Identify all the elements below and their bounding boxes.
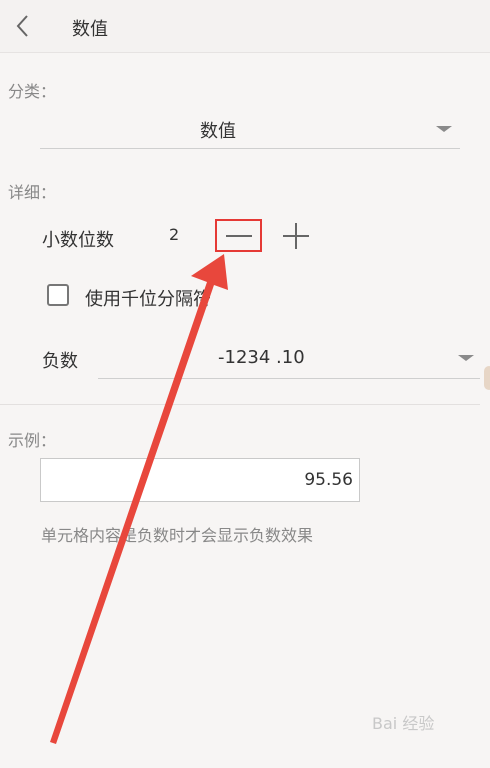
example-preview-box: 95.56 — [40, 458, 360, 502]
category-section-label: 分类： — [8, 82, 57, 101]
negative-format-dropdown[interactable]: -1234 .10 — [98, 338, 480, 379]
page-title: 数值 — [72, 19, 108, 40]
increase-decimal-button[interactable] — [280, 221, 312, 253]
decrease-decimal-button[interactable] — [215, 219, 262, 252]
decimal-places-value: 2 — [169, 225, 180, 244]
back-button[interactable] — [10, 12, 38, 40]
chevron-left-icon — [16, 15, 28, 37]
triangle-down-icon — [458, 355, 474, 361]
watermark: Bai 经验 — [372, 714, 435, 733]
details-section-label: 详细： — [8, 183, 57, 202]
example-preview-value: 95.56 — [304, 470, 353, 490]
example-section-label: 示例： — [8, 431, 57, 450]
thousands-separator-checkbox[interactable] — [47, 284, 69, 306]
negative-number-label: 负数 — [42, 351, 78, 372]
thousands-separator-label[interactable]: 使用千位分隔符 — [85, 285, 211, 311]
edge-handle — [484, 366, 490, 390]
category-dropdown[interactable]: 数值 — [40, 108, 460, 149]
negative-format-value: -1234 .10 — [218, 347, 305, 368]
decimal-places-label: 小数位数 — [42, 230, 114, 251]
category-value: 数值 — [200, 121, 236, 142]
top-bar: 数值 — [0, 0, 490, 53]
triangle-down-icon — [436, 126, 452, 132]
minus-icon — [226, 235, 252, 237]
section-divider — [0, 404, 480, 405]
negative-effect-hint: 单元格内容是负数时才会显示负数效果 — [41, 526, 314, 545]
